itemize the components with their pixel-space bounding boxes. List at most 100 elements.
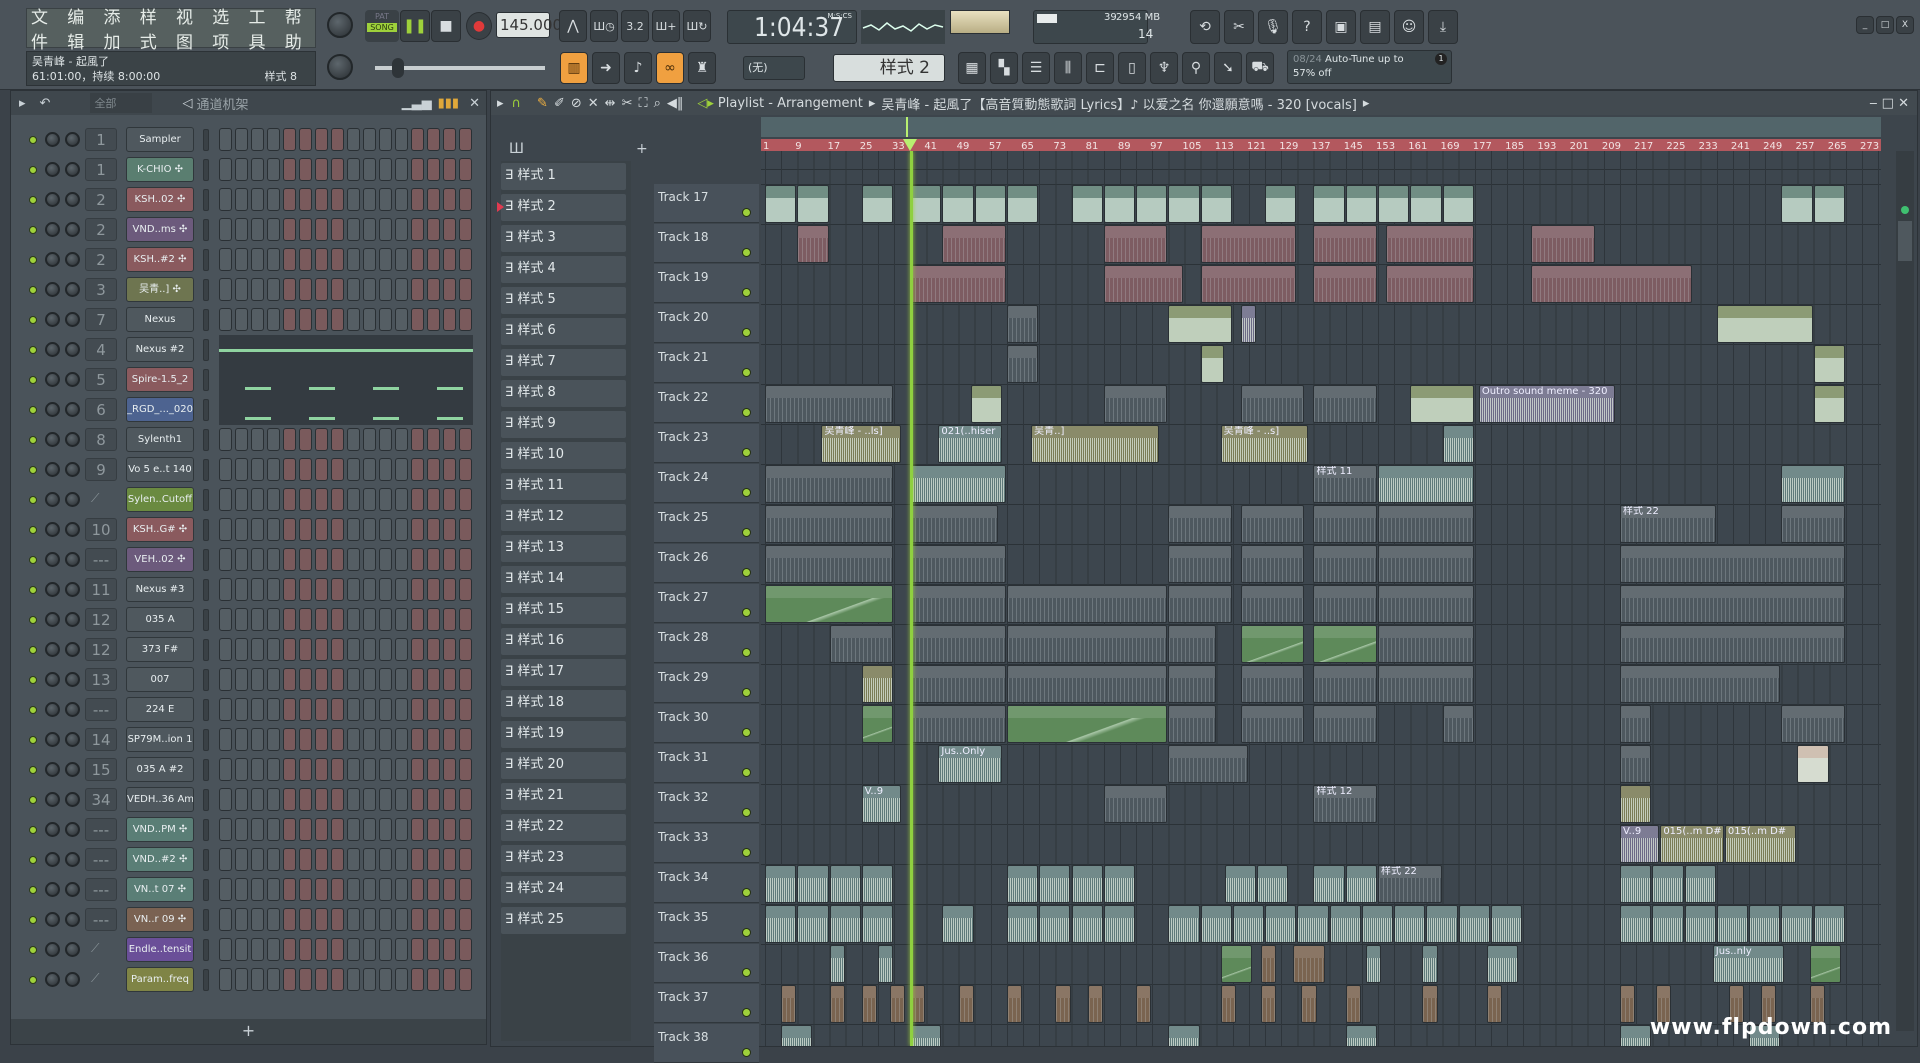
performance-icon[interactable]: ⚲ (1182, 52, 1210, 84)
slider-handle[interactable] (392, 58, 404, 78)
paint-icon[interactable]: ✐ (554, 96, 565, 111)
clip-brown[interactable] (958, 985, 974, 1023)
channel-mute-led[interactable] (29, 406, 37, 414)
step-button[interactable] (315, 848, 328, 871)
channel-select-indicator[interactable] (203, 249, 209, 271)
step-button[interactable] (331, 668, 344, 691)
step-button[interactable] (459, 488, 472, 511)
channel-select-indicator[interactable] (203, 819, 209, 841)
clip-pat[interactable] (1103, 385, 1168, 423)
step-button[interactable] (363, 548, 376, 571)
channel-pan-knob[interactable] (65, 732, 80, 747)
step-button[interactable] (459, 308, 472, 331)
channel-pan-knob[interactable] (65, 942, 80, 957)
clip-purple[interactable]: Outro sound meme - 320 (1478, 385, 1615, 423)
step-button[interactable] (411, 518, 424, 541)
clip-audio[interactable] (1490, 905, 1523, 943)
step-button[interactable] (347, 668, 360, 691)
step-button[interactable] (347, 968, 360, 991)
channel-select-indicator[interactable] (203, 459, 209, 481)
channel-pan-knob[interactable] (65, 672, 80, 687)
channel-volume-knob[interactable] (45, 342, 60, 357)
channel-name-button[interactable]: VND..PM ✣ (126, 817, 194, 842)
track-header[interactable]: Track 32 (654, 784, 759, 823)
step-button[interactable] (347, 818, 360, 841)
step-button[interactable] (283, 968, 296, 991)
pattern-item[interactable]: ∃ 样式 25 (501, 907, 626, 934)
clip-pat[interactable]: 样式 11 (1313, 465, 1377, 503)
clip-audio[interactable] (1232, 905, 1265, 943)
step-button[interactable] (395, 488, 408, 511)
step-button[interactable] (459, 788, 472, 811)
piano-icon[interactable]: Ш (509, 141, 524, 157)
add-channel-button[interactable]: + (11, 1019, 486, 1044)
step-button[interactable] (219, 248, 232, 271)
step-button[interactable] (331, 428, 344, 451)
step-button[interactable] (427, 548, 440, 571)
mixer-track-number[interactable]: 2 (85, 218, 117, 241)
chat-icon[interactable]: ☺ (1394, 10, 1424, 44)
channel-select-indicator[interactable] (203, 279, 209, 301)
step-button[interactable] (315, 458, 328, 481)
step-button[interactable] (315, 308, 328, 331)
step-button[interactable] (283, 518, 296, 541)
menu-item-1[interactable]: 编辑 (67, 3, 97, 53)
step-button[interactable] (443, 608, 456, 631)
step-button[interactable] (331, 128, 344, 151)
step-button[interactable] (235, 608, 248, 631)
step-button[interactable] (283, 668, 296, 691)
step-button[interactable] (235, 698, 248, 721)
mixer-track-number[interactable]: 5 (85, 368, 117, 391)
clip-audio[interactable] (1394, 905, 1426, 943)
record-button[interactable]: ● (466, 12, 492, 40)
step-button[interactable] (379, 278, 392, 301)
channel-select-indicator[interactable] (203, 699, 209, 721)
stamp-icon[interactable]: ♜ (688, 52, 716, 84)
channel-select-indicator[interactable] (203, 669, 209, 691)
clip-audio[interactable] (1361, 905, 1394, 943)
pattern-item[interactable]: ∃ 样式 19 (501, 721, 626, 748)
channel-name-button[interactable]: Spire-1.5_2 (126, 367, 194, 392)
mixer-track-number[interactable]: 12 (85, 608, 117, 631)
channel-volume-knob[interactable] (45, 462, 60, 477)
channel-volume-knob[interactable] (45, 582, 60, 597)
clip-teal[interactable] (1168, 185, 1200, 223)
step-button[interactable] (347, 458, 360, 481)
channel-select-indicator[interactable] (203, 759, 209, 781)
clip-pat[interactable] (910, 545, 1006, 583)
step-button[interactable] (219, 818, 232, 841)
step-button[interactable] (363, 938, 376, 961)
channel-select-indicator[interactable] (203, 879, 209, 901)
channel-mute-led[interactable] (29, 316, 37, 324)
step-button[interactable] (395, 728, 408, 751)
clip-pat[interactable] (1006, 665, 1168, 703)
step-button[interactable] (283, 728, 296, 751)
clip-audio[interactable]: Jus..Only (938, 745, 1002, 783)
slide-icon[interactable]: ♪ (624, 52, 652, 84)
mixer-track-number[interactable]: 13 (85, 668, 117, 691)
pattern-item[interactable]: ∃ 样式 18 (501, 690, 626, 717)
step-button[interactable] (443, 878, 456, 901)
step-button[interactable] (251, 278, 264, 301)
step-button[interactable] (347, 218, 360, 241)
clip-teal[interactable] (1442, 185, 1474, 223)
clip-audio[interactable] (861, 865, 894, 903)
step-button[interactable] (395, 608, 408, 631)
channel-volume-knob[interactable] (45, 522, 60, 537)
clip-audio[interactable] (1684, 905, 1716, 943)
clip-teal[interactable] (861, 185, 894, 223)
step-button[interactable] (283, 788, 296, 811)
step-button[interactable] (427, 278, 440, 301)
step-button[interactable] (347, 128, 360, 151)
channel-volume-knob[interactable] (45, 222, 60, 237)
step-button[interactable] (331, 878, 344, 901)
step-button[interactable] (459, 578, 472, 601)
clip-pat[interactable] (1313, 585, 1377, 623)
step-button[interactable] (363, 278, 376, 301)
piano-roll-preview[interactable] (219, 395, 473, 425)
step-button[interactable] (267, 728, 280, 751)
scrollbar-thumb[interactable] (1898, 221, 1912, 261)
channel-pan-knob[interactable] (65, 582, 80, 597)
clip-pat[interactable] (1240, 585, 1305, 623)
clip-teal[interactable] (1265, 185, 1297, 223)
